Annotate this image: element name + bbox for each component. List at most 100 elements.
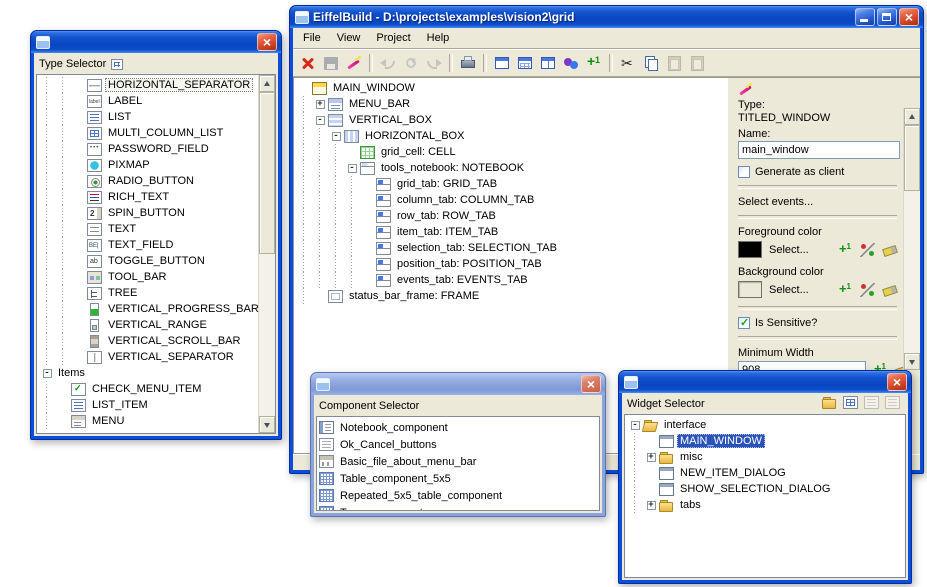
main-title-bar[interactable]: EiffelBuild - D:\projects\examples\visio…	[290, 6, 923, 28]
scroll-down-button[interactable]	[259, 416, 275, 433]
expander-plus[interactable]: +	[643, 453, 659, 462]
minimize-button[interactable]	[855, 8, 875, 26]
tree-item-main-window[interactable]: MAIN_WINDOW	[625, 433, 905, 449]
tree-item-menu-bar[interactable]: +MENU_BAR	[294, 96, 728, 112]
tree-item-list-item[interactable]: LIST_ITEM	[37, 397, 258, 413]
add-one-icon[interactable]	[838, 243, 853, 257]
tree-item-tabs[interactable]: +tabs	[625, 497, 905, 513]
tree-item-multi-column-list[interactable]: MULTI_COLUMN_LIST	[37, 125, 258, 141]
tree-item-vertical-scroll-bar[interactable]: VERTICAL_SCROLL_BAR	[37, 333, 258, 349]
tree-item-selection-tab-selection-tab[interactable]: selection_tab: SELECTION_TAB	[294, 240, 728, 256]
tree-item-main-window[interactable]: MAIN_WINDOW	[294, 80, 728, 96]
list-item-table-component-5x5[interactable]: Table_component_5x5	[317, 470, 599, 487]
tree-item-tools-notebook-notebook[interactable]: -tools_notebook: NOTEBOOK	[294, 160, 728, 176]
window-split-button[interactable]	[537, 52, 559, 74]
list-item-notebook-component[interactable]: Notebook_component	[317, 419, 599, 436]
tree-item-status-bar-frame-frame[interactable]: status_bar_frame: FRAME	[294, 288, 728, 304]
type-selector-scrollbar[interactable]	[258, 75, 275, 433]
style-wand-button[interactable]	[343, 52, 365, 74]
close-button[interactable]	[257, 33, 277, 51]
menu-help[interactable]: Help	[419, 30, 458, 46]
pick-and-drop-icon[interactable]	[860, 243, 875, 257]
menu-project[interactable]: Project	[368, 30, 418, 46]
expander-minus[interactable]: -	[328, 132, 344, 141]
tree-item-vertical-separator[interactable]: VERTICAL_SEPARATOR	[37, 349, 258, 365]
tree-item-grid-cell-cell[interactable]: grid_cell: CELL	[294, 144, 728, 160]
tree-item-vertical-range[interactable]: VERTICAL_RANGE	[37, 317, 258, 333]
scroll-track[interactable]	[904, 191, 920, 353]
copy-button[interactable]	[640, 52, 662, 74]
background-swatch[interactable]	[738, 281, 762, 298]
tree-item-text[interactable]: TEXT	[37, 221, 258, 237]
menu-file[interactable]: File	[295, 30, 329, 46]
tree-item-vertical-box[interactable]: -VERTICAL_BOX	[294, 112, 728, 128]
close-button[interactable]	[887, 373, 907, 391]
list-item-basic-file-about-menu-bar[interactable]: Basic_file_about_menu_bar	[317, 453, 599, 470]
scroll-up-button[interactable]	[259, 75, 275, 92]
wand-icon[interactable]	[738, 82, 753, 96]
tree-item-events-tab-events-tab[interactable]: events_tab: EVENTS_TAB	[294, 272, 728, 288]
scroll-down-button[interactable]	[904, 353, 920, 370]
tree-item-check-menu-item[interactable]: CHECK_MENU_ITEM	[37, 381, 258, 397]
window-grid-button[interactable]	[514, 52, 536, 74]
maximize-button[interactable]	[877, 8, 897, 26]
window-preview-button[interactable]	[491, 52, 513, 74]
generate-as-client-checkbox[interactable]: Generate as client	[738, 166, 897, 178]
tree-item-items[interactable]: -Items	[37, 365, 258, 381]
tree-item-interface[interactable]: -interface	[625, 417, 905, 433]
type-selector-title-bar[interactable]	[31, 31, 281, 53]
tree-item-horizontal-box[interactable]: -HORIZONTAL_BOX	[294, 128, 728, 144]
tree-item-tree[interactable]: TREE	[37, 285, 258, 301]
foreground-select[interactable]: Select...	[769, 244, 831, 256]
menu-view[interactable]: View	[329, 30, 369, 46]
name-input[interactable]	[738, 141, 900, 159]
expander-minus[interactable]: -	[344, 164, 360, 173]
expander-plus[interactable]: +	[643, 501, 659, 510]
tree-item-column-tab-column-tab[interactable]: column_tab: COLUMN_TAB	[294, 192, 728, 208]
tree-item-password-field[interactable]: PASSWORD_FIELD	[37, 141, 258, 157]
tree-item-rich-text[interactable]: RICH_TEXT	[37, 189, 258, 205]
is-sensitive-checkbox[interactable]: Is Sensitive?	[738, 317, 897, 329]
tree-item-menu[interactable]: MENU	[37, 413, 258, 429]
close-button[interactable]	[899, 8, 919, 26]
close-button[interactable]	[581, 375, 601, 393]
cut-button[interactable]	[617, 52, 639, 74]
tree-item-new-item-dialog[interactable]: NEW_ITEM_DIALOG	[625, 465, 905, 481]
tree-item-label[interactable]: LABEL	[37, 93, 258, 109]
scroll-thumb[interactable]	[259, 92, 275, 254]
pick-and-drop-icon[interactable]	[860, 283, 875, 297]
list-item-ok-cancel-buttons[interactable]: Ok_Cancel_buttons	[317, 436, 599, 453]
new-folder-button[interactable]	[822, 396, 840, 412]
new-widget-button[interactable]	[843, 396, 861, 412]
list-item-tree-component[interactable]: Tree_component	[317, 504, 599, 510]
widget-selector-title-bar[interactable]	[619, 371, 911, 393]
expander-plus[interactable]: +	[312, 100, 328, 109]
tree-item-text-field[interactable]: TEXT_FIELD	[37, 237, 258, 253]
expander-minus[interactable]: -	[312, 116, 328, 125]
debug-objects-button[interactable]	[560, 52, 582, 74]
tree-item-toggle-button[interactable]: TOGGLE_BUTTON	[37, 253, 258, 269]
tree-item-row-tab-row-tab[interactable]: row_tab: ROW_TAB	[294, 208, 728, 224]
tree-item-vertical-progress-bar[interactable]: VERTICAL_PROGRESS_BAR	[37, 301, 258, 317]
properties-scrollbar[interactable]	[903, 108, 920, 370]
tree-item-horizontal-separator[interactable]: HORIZONTAL_SEPARATOR	[37, 77, 258, 93]
tree-item-radio-button[interactable]: RADIO_BUTTON	[37, 173, 258, 189]
tree-item-grid-tab-grid-tab[interactable]: grid_tab: GRID_TAB	[294, 176, 728, 192]
tree-item-list[interactable]: LIST	[37, 109, 258, 125]
foreground-swatch[interactable]	[738, 241, 762, 258]
eraser-icon[interactable]	[882, 283, 897, 297]
tree-item-position-tab-position-tab[interactable]: position_tab: POSITION_TAB	[294, 256, 728, 272]
scroll-up-button[interactable]	[904, 108, 920, 125]
tree-item-item-tab-item-tab[interactable]: item_tab: ITEM_TAB	[294, 224, 728, 240]
expander-minus[interactable]: -	[627, 421, 643, 430]
tree-item-tool-bar[interactable]: TOOL_BAR	[37, 269, 258, 285]
scroll-thumb[interactable]	[904, 125, 920, 191]
select-events-link[interactable]: Select events...	[738, 196, 897, 208]
list-item-repeated-5x5-table-component[interactable]: Repeated_5x5_table_component	[317, 487, 599, 504]
delete-button[interactable]	[297, 52, 319, 74]
add-one-button[interactable]	[583, 52, 605, 74]
generate-button[interactable]	[457, 52, 479, 74]
tree-item-pixmap[interactable]: PIXMAP	[37, 157, 258, 173]
tree-item-show-selection-dialog[interactable]: SHOW_SELECTION_DIALOG	[625, 481, 905, 497]
add-one-icon[interactable]	[838, 283, 853, 297]
